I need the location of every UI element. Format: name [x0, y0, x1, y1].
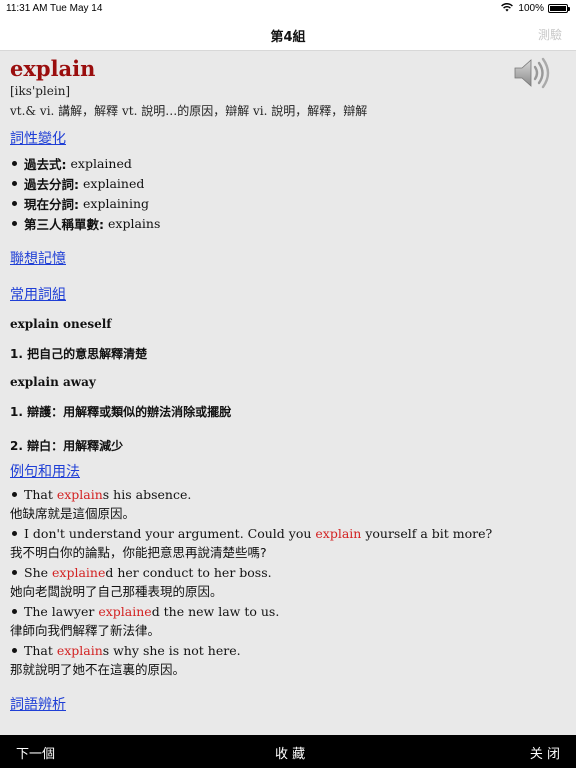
page-title: 第4組 [270, 30, 306, 45]
list-item: 過去式: explained [10, 153, 160, 173]
status-right: 100% [500, 2, 570, 15]
example-item: That explain s his absence. 他缺席就是這個原因。 [10, 485, 566, 523]
phrase-term: explain oneself [10, 317, 112, 331]
example-translation: 她向老闆說明了自己那種表現的原因。 [10, 584, 223, 599]
section-mnemonic[interactable]: 聯想記憶 [10, 248, 66, 268]
bullet-icon [12, 160, 17, 166]
definition: vt.& vi. 講解，解釋 vt. 說明…的原因，辯解 vi. 說明，解釋，辯… [10, 104, 368, 118]
bullet-icon [12, 570, 17, 575]
wifi-icon [500, 2, 514, 15]
entry-content: explain [iks'plein] vt.& vi. 講解，解釋 vt. 說… [10, 56, 566, 713]
status-time: 11:31 AM [6, 3, 48, 14]
bullet-icon [12, 492, 17, 497]
highlight-word: explain [56, 487, 103, 502]
section-discrimination[interactable]: 詞語辨析 [10, 694, 66, 714]
highlight-word: explaine [98, 604, 152, 619]
phrase-meaning: 1. 把自己的意思解釋清楚 [10, 347, 148, 361]
next-button[interactable]: 下一個 [16, 743, 55, 762]
section-phrases[interactable]: 常用詞組 [10, 284, 66, 304]
example-item: I don't understand your argument. Could … [10, 524, 566, 562]
section-examples[interactable]: 例句和用法 [10, 461, 80, 481]
highlight-word: explain [56, 643, 103, 658]
phonetic: [iks'plein] [10, 84, 71, 98]
battery-percent: 100% [518, 3, 544, 14]
example-item: The lawyer explaine d the new law to us. … [10, 602, 566, 640]
example-translation: 他缺席就是這個原因。 [10, 506, 136, 521]
example-item: She explaine d her conduct to her boss. 她… [10, 563, 566, 601]
bottom-toolbar: 下一個 收 藏 关 闭 [0, 735, 576, 768]
list-item: 過去分詞: explained [10, 173, 160, 193]
example-translation: 我不明白你的論點，你能把意思再說清楚些嗎? [10, 545, 267, 560]
phrase-meaning: 2. 辯白：用解釋減少 [10, 439, 124, 453]
highlight-word: explain [315, 526, 362, 541]
example-translation: 那就說明了她不在這裏的原因。 [10, 662, 186, 677]
section-inflections[interactable]: 詞性變化 [10, 128, 66, 148]
bullet-icon [12, 180, 17, 186]
bullet-icon [12, 531, 17, 536]
battery-icon [548, 4, 570, 13]
bullet-icon [12, 220, 17, 226]
bullet-icon [12, 609, 17, 614]
quiz-button[interactable]: 測驗 [538, 26, 562, 43]
bullet-icon [12, 200, 17, 206]
bullet-icon [12, 648, 17, 653]
phrase-term: explain away [10, 375, 96, 389]
speaker-icon[interactable] [512, 56, 552, 90]
headword: explain [10, 56, 96, 81]
example-item: That explain s why she is not here. 那就說明了… [10, 641, 566, 679]
list-item: 現在分詞: explaining [10, 193, 160, 213]
close-button[interactable]: 关 闭 [530, 743, 560, 762]
status-date: Tue May 14 [50, 3, 103, 14]
list-item: 第三人稱單數: explains [10, 213, 160, 233]
example-translation: 律師向我們解釋了新法律。 [10, 623, 161, 638]
bookmark-button[interactable]: 收 藏 [275, 743, 305, 762]
status-bar: 11:31 AM Tue May 14 100% [0, 0, 576, 18]
nav-bar: 第4組 測驗 [0, 18, 576, 51]
phrase-meaning: 1. 辯護：用解釋或類似的辦法消除或擺脫 [10, 405, 232, 419]
inflection-list: 過去式: explained 過去分詞: explained 現在分詞: explai… [10, 153, 160, 233]
highlight-word: explaine [52, 565, 106, 580]
